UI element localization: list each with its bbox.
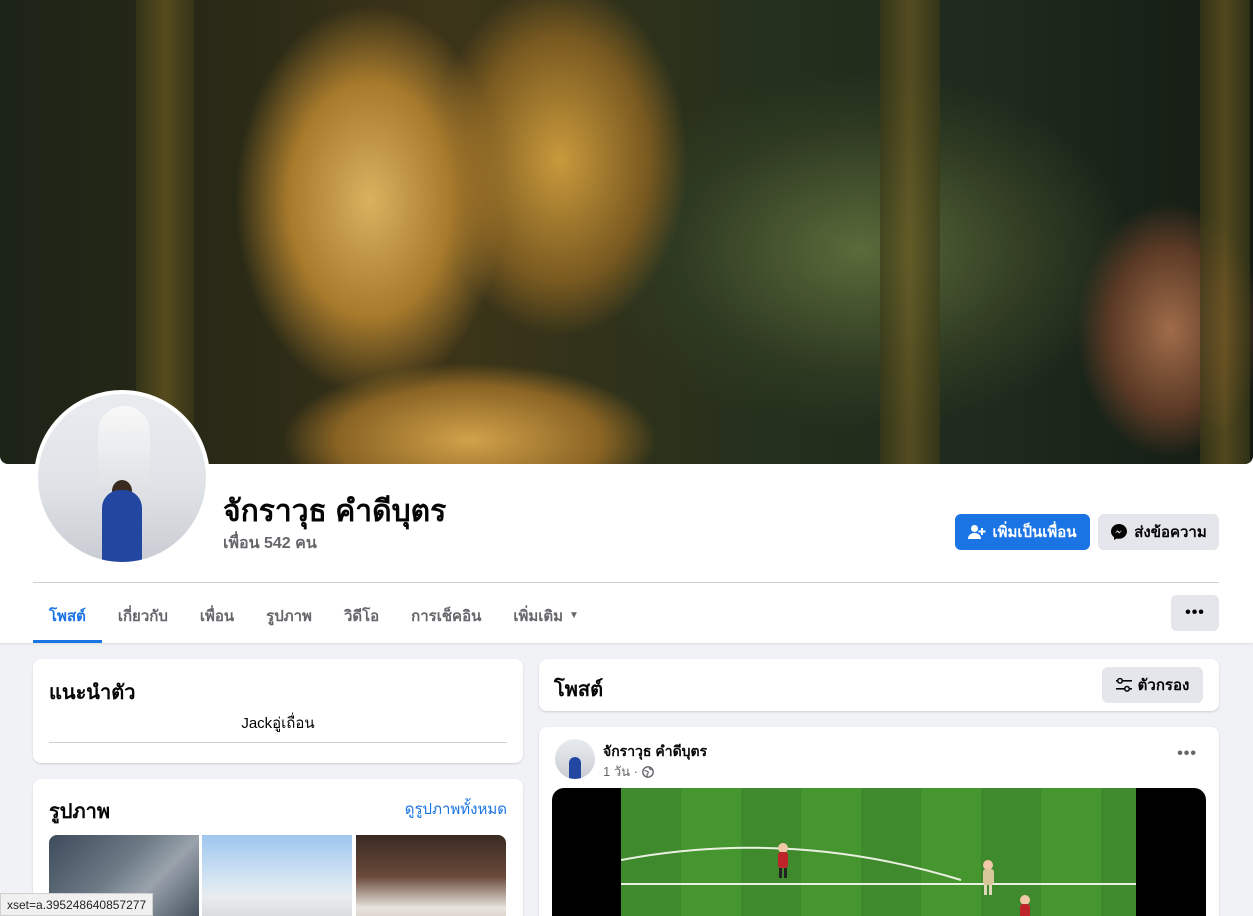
header-divider (33, 582, 1219, 583)
caret-down-icon: ▼ (569, 610, 579, 621)
message-button[interactable]: ส่งข้อความ (1098, 514, 1219, 550)
messenger-icon (1110, 523, 1128, 541)
photo-thumbnail[interactable] (356, 835, 506, 916)
intro-title: แนะนำตัว (49, 682, 136, 704)
globe-icon (642, 765, 654, 778)
post-timestamp: 1 วัน · (603, 761, 654, 782)
post-author-avatar[interactable] (555, 739, 595, 779)
photo-thumbnail[interactable] (202, 835, 352, 916)
post-more-button[interactable]: ••• (1177, 745, 1197, 763)
profile-more-button[interactable]: ••• (1171, 595, 1219, 631)
cover-photo[interactable] (0, 0, 1253, 464)
intro-card: แนะนำตัว Jackอู่เถื่อน (33, 659, 523, 763)
profile-header: จักราวุธ คำดีบุตร เพื่อน 542 คน เพิ่มเป็… (0, 0, 1253, 643)
intro-bio: Jackอู่เถื่อน (241, 715, 315, 732)
tab-about[interactable]: เกี่ยวกับ (102, 588, 184, 643)
video-frame (621, 788, 1136, 916)
post-time-text[interactable]: 1 วัน · (603, 761, 638, 782)
friend-count[interactable]: เพื่อน 542 คน (223, 531, 317, 556)
add-friend-icon (968, 524, 986, 540)
photos-title[interactable]: รูปภาพ (49, 795, 110, 827)
intro-divider (49, 742, 507, 743)
profile-tabs: โพสต์ เกี่ยวกับ เพื่อน รูปภาพ วิดีโอ การ… (33, 588, 595, 643)
tab-posts[interactable]: โพสต์ (33, 588, 102, 643)
post-author-name[interactable]: จักราวุธ คำดีบุตร (603, 741, 707, 763)
see-all-photos-link[interactable]: ดูรูปภาพทั้งหมด (405, 797, 507, 821)
tab-photos[interactable]: รูปภาพ (250, 588, 328, 643)
tab-more[interactable]: เพิ่มเติม ▼ (497, 588, 595, 643)
post-card: จักราวุธ คำดีบุตร 1 วัน · ••• (539, 727, 1219, 916)
tab-checkins[interactable]: การเช็คอิน (395, 588, 497, 643)
status-bar-url: xset=a.395248640857277 (0, 893, 154, 916)
post-video[interactable] (552, 788, 1206, 916)
posts-title: โพสต์ (554, 679, 604, 701)
profile-name: จักราวุธ คำดีบุตร (223, 495, 447, 528)
filter-button[interactable]: ตัวกรอง (1102, 667, 1203, 703)
add-friend-label: เพิ่มเป็นเพื่อน (992, 524, 1077, 541)
filter-label: ตัวกรอง (1137, 677, 1190, 694)
tab-videos[interactable]: วิดีโอ (328, 588, 395, 643)
tab-friends[interactable]: เพื่อน (184, 588, 250, 643)
add-friend-button[interactable]: เพิ่มเป็นเพื่อน (955, 514, 1090, 550)
message-label: ส่งข้อความ (1134, 524, 1207, 541)
profile-avatar[interactable] (34, 390, 210, 566)
posts-header-card: โพสต์ ตัวกรอง (539, 659, 1219, 711)
filter-icon (1115, 678, 1132, 692)
